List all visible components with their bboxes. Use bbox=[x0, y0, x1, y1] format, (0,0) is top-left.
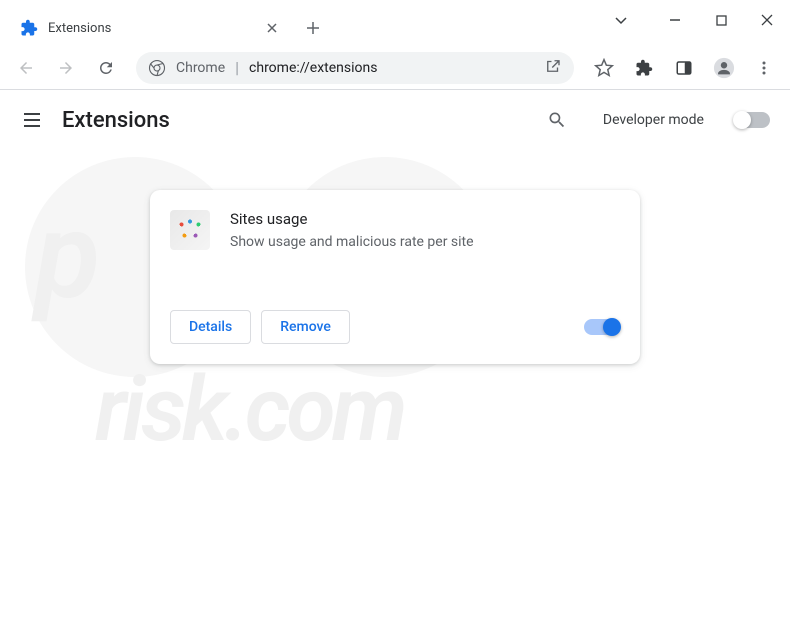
toolbar: Chrome | chrome://extensions bbox=[0, 46, 790, 90]
bookmark-button[interactable] bbox=[588, 52, 620, 84]
close-tab-icon[interactable] bbox=[264, 20, 280, 36]
extension-description: Show usage and malicious rate per site bbox=[230, 234, 620, 250]
extension-icon bbox=[170, 210, 210, 250]
titlebar: Extensions bbox=[0, 0, 790, 46]
back-button[interactable] bbox=[10, 52, 42, 84]
page-title: Extensions bbox=[62, 108, 523, 133]
new-tab-button[interactable] bbox=[298, 13, 328, 43]
addr-url: chrome://extensions bbox=[249, 60, 534, 76]
window-controls bbox=[598, 0, 790, 40]
extension-enable-toggle[interactable] bbox=[584, 319, 620, 335]
remove-button[interactable]: Remove bbox=[261, 310, 350, 344]
addressbar[interactable]: Chrome | chrome://extensions bbox=[136, 52, 574, 84]
hamburger-menu-icon[interactable] bbox=[20, 108, 44, 132]
extension-name: Sites usage bbox=[230, 210, 620, 228]
chrome-icon bbox=[148, 59, 166, 77]
side-panel-button[interactable] bbox=[668, 52, 700, 84]
reload-button[interactable] bbox=[90, 52, 122, 84]
browser-tab[interactable]: Extensions bbox=[10, 10, 290, 46]
addr-separator: | bbox=[235, 58, 239, 77]
close-window-button[interactable] bbox=[744, 0, 790, 40]
details-button[interactable]: Details bbox=[170, 310, 251, 344]
developer-mode-toggle[interactable] bbox=[734, 112, 770, 128]
menu-button[interactable] bbox=[748, 52, 780, 84]
profile-button[interactable] bbox=[708, 52, 740, 84]
minimize-button[interactable] bbox=[652, 0, 698, 40]
extensions-content: Sites usage Show usage and malicious rat… bbox=[0, 150, 790, 404]
forward-button[interactable] bbox=[50, 52, 82, 84]
extensions-header: Extensions Developer mode bbox=[0, 90, 790, 150]
addr-chrome-label: Chrome bbox=[176, 60, 225, 76]
puzzle-icon bbox=[20, 19, 38, 37]
extensions-button[interactable] bbox=[628, 52, 660, 84]
extension-card: Sites usage Show usage and malicious rat… bbox=[150, 190, 640, 364]
chevron-down-icon[interactable] bbox=[598, 0, 644, 40]
tab-title: Extensions bbox=[48, 21, 254, 36]
maximize-button[interactable] bbox=[698, 0, 744, 40]
search-extensions-button[interactable] bbox=[541, 104, 573, 136]
developer-mode-label: Developer mode bbox=[603, 112, 704, 128]
share-icon[interactable] bbox=[544, 57, 562, 79]
